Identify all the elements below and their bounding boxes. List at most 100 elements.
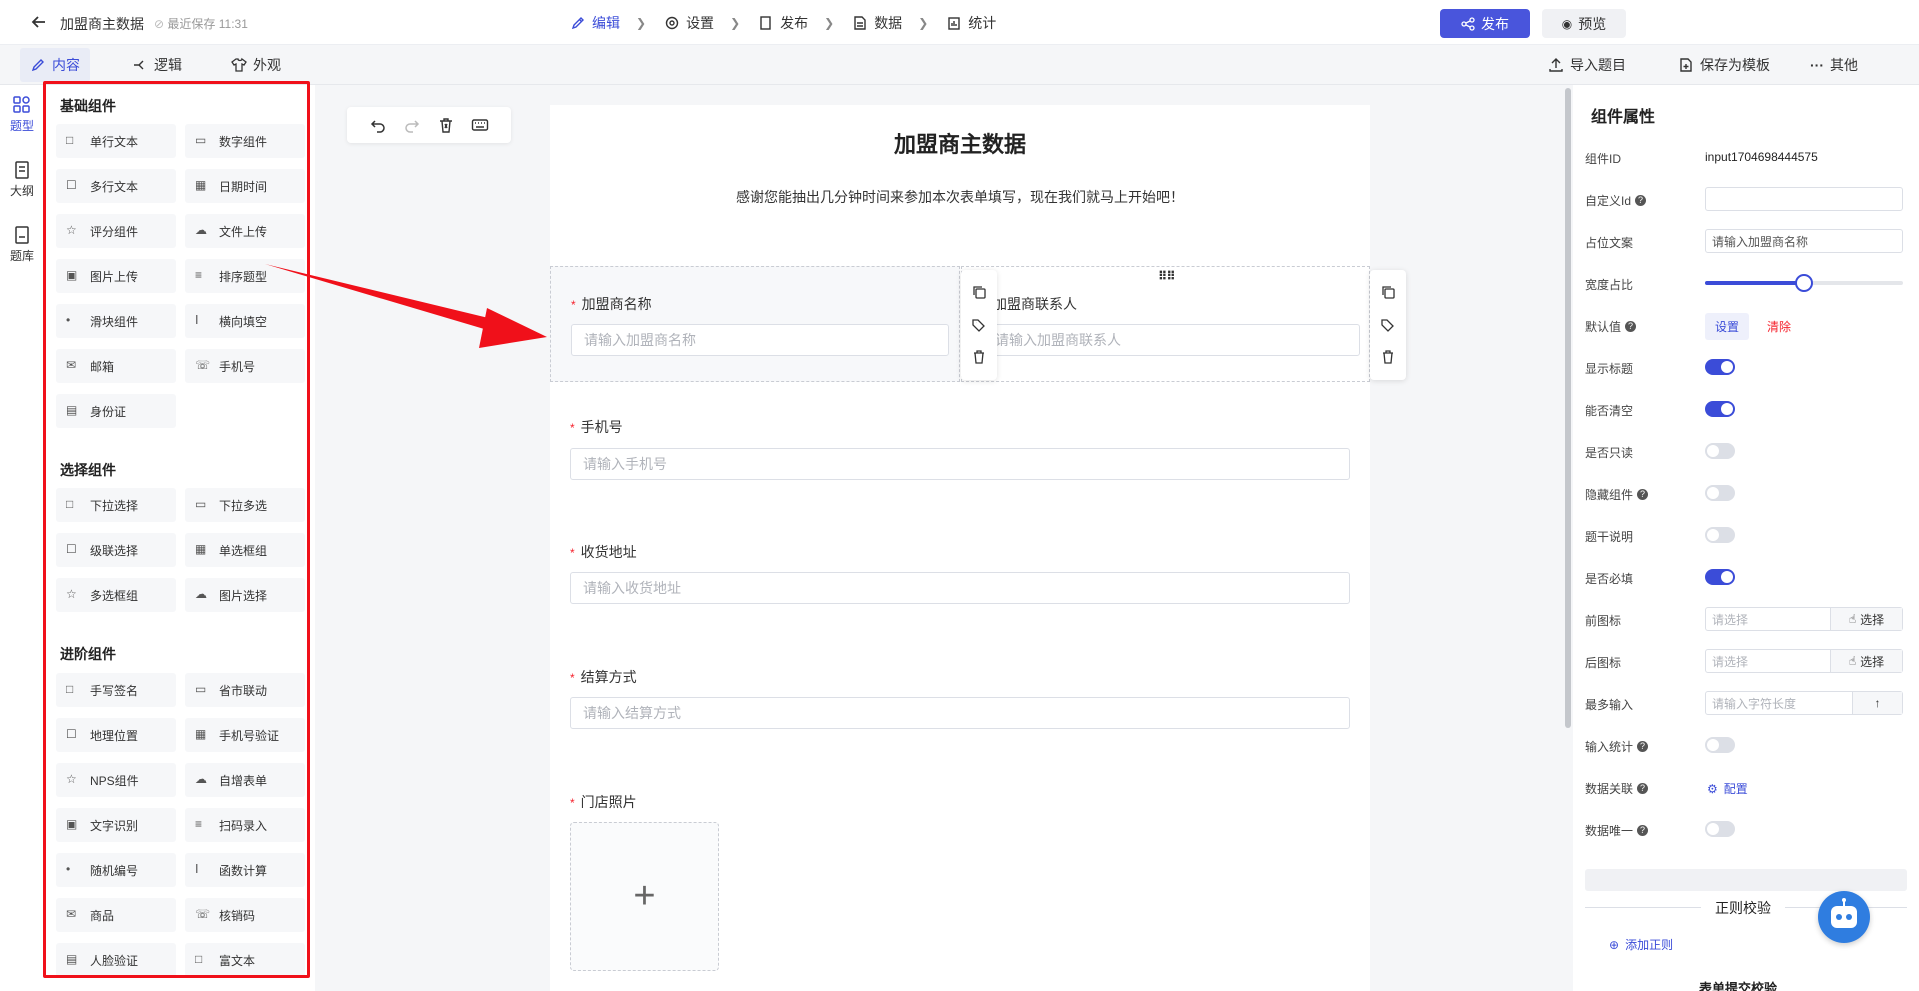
component-basic-11[interactable]: ☏ 手机号 bbox=[185, 349, 305, 383]
toggle-switch[interactable] bbox=[1705, 401, 1735, 417]
data-link-config-link[interactable]: ⚙ 配置 bbox=[1707, 780, 1748, 797]
tab-content[interactable]: 内容 bbox=[20, 48, 90, 82]
field-block-address[interactable]: * 收货地址 请输入收货地址 bbox=[550, 530, 1370, 630]
collapsed-section-bar[interactable] bbox=[1585, 869, 1907, 891]
slider-knob[interactable] bbox=[1795, 274, 1813, 292]
settlement-input[interactable]: 请输入结算方式 bbox=[570, 697, 1350, 729]
component-adv-2[interactable]: ☐ 地理位置 bbox=[56, 718, 176, 752]
component-adv-0[interactable]: □ 手写签名 bbox=[56, 673, 176, 707]
component-adv-6[interactable]: ▣ 文字识别 bbox=[56, 808, 176, 842]
back-arrow-icon[interactable] bbox=[30, 13, 48, 31]
prefix-icon-picker[interactable]: 请选择 ☝ 选择 bbox=[1705, 607, 1903, 631]
step-edit[interactable]: 编辑 ❯ bbox=[570, 13, 646, 33]
toggle-switch[interactable] bbox=[1705, 569, 1735, 585]
copy-icon[interactable] bbox=[1380, 284, 1396, 300]
component-adv-8[interactable]: • 随机编号 bbox=[56, 853, 176, 887]
tab-appearance[interactable]: 外观 bbox=[231, 45, 281, 85]
toggle-switch[interactable] bbox=[1705, 527, 1735, 543]
set-default-button[interactable]: 设置 bbox=[1705, 313, 1750, 340]
component-basic-0[interactable]: □ 单行文本 bbox=[56, 124, 176, 158]
component-basic-6[interactable]: ▣ 图片上传 bbox=[56, 259, 176, 293]
tag-icon[interactable] bbox=[1380, 317, 1396, 333]
publish-button[interactable]: 发布 bbox=[1440, 9, 1530, 38]
component-select-5[interactable]: ☁ 图片选择 bbox=[185, 578, 305, 612]
component-adv-5[interactable]: ☁ 自增表单 bbox=[185, 763, 305, 797]
form-title[interactable]: 加盟商主数据 bbox=[550, 127, 1370, 159]
component-basic-5[interactable]: ☁ 文件上传 bbox=[185, 214, 305, 248]
rail-item-outline[interactable]: 大纲 bbox=[0, 160, 44, 199]
help-icon[interactable]: ? bbox=[1637, 783, 1649, 794]
component-basic-12[interactable]: ▤ 身份证 bbox=[56, 394, 176, 428]
component-select-1[interactable]: ▭ 下拉多选 bbox=[185, 488, 305, 522]
component-basic-1[interactable]: ▭ 数字组件 bbox=[185, 124, 305, 158]
picker-select-button[interactable]: ☝ 选择 bbox=[1830, 650, 1902, 672]
tab-logic[interactable]: 逻辑 bbox=[132, 45, 182, 85]
add-regex-button[interactable]: ⊕ 添加正则 bbox=[1609, 936, 1673, 953]
component-basic-7[interactable]: ≡ 排序题型 bbox=[185, 259, 305, 293]
suffix-icon-picker[interactable]: 请选择 ☝ 选择 bbox=[1705, 649, 1903, 673]
component-adv-12[interactable]: ▤ 人脸验证 bbox=[56, 943, 176, 977]
component-adv-4[interactable]: ☆ NPS组件 bbox=[56, 763, 176, 797]
toggle-switch[interactable] bbox=[1705, 443, 1735, 459]
undo-icon[interactable] bbox=[369, 116, 387, 134]
toggle-switch[interactable] bbox=[1705, 359, 1735, 375]
help-icon[interactable]: ? bbox=[1637, 741, 1649, 752]
keyboard-icon[interactable] bbox=[471, 116, 489, 134]
step-settings[interactable]: 设置 ❯ bbox=[664, 13, 740, 33]
preview-button[interactable]: ◉ 预览 bbox=[1542, 9, 1626, 38]
component-basic-9[interactable]: Ⅰ 横向填空 bbox=[185, 304, 305, 338]
field-block-franchise-name[interactable]: * 加盟商名称 请输入加盟商名称 bbox=[550, 266, 960, 382]
clear-default-button[interactable]: 清除 bbox=[1759, 313, 1799, 340]
form-description[interactable]: 感谢您能抽出几分钟时间来参加本次表单填写，现在我们就马上开始吧！ bbox=[550, 187, 1370, 207]
component-basic-8[interactable]: • 滑块组件 bbox=[56, 304, 176, 338]
width-ratio-slider[interactable] bbox=[1705, 274, 1903, 292]
field-block-settlement[interactable]: * 结算方式 请输入结算方式 bbox=[550, 655, 1370, 755]
help-icon[interactable]: ? bbox=[1625, 321, 1637, 332]
component-adv-13[interactable]: □ 富文本 bbox=[185, 943, 305, 977]
picker-placeholder[interactable]: 请选择 bbox=[1706, 608, 1830, 630]
franchise-contact-input[interactable]: 请输入加盟商联系人 bbox=[982, 324, 1360, 356]
tag-icon[interactable] bbox=[971, 317, 987, 333]
save-template-button[interactable]: 保存为模板 bbox=[1678, 45, 1770, 85]
step-data[interactable]: 数据 ❯ bbox=[852, 13, 928, 33]
component-basic-4[interactable]: ☆ 评分组件 bbox=[56, 214, 176, 248]
drag-handle-icon[interactable]: ⠿⠿ bbox=[1158, 269, 1176, 283]
max-length-placeholder[interactable]: 请输入字符长度 bbox=[1706, 692, 1852, 714]
picker-select-button[interactable]: ☝ 选择 bbox=[1830, 608, 1902, 630]
component-select-4[interactable]: ☆ 多选框组 bbox=[56, 578, 176, 612]
toggle-switch[interactable] bbox=[1705, 737, 1735, 753]
rail-item-bank[interactable]: 题库 bbox=[0, 225, 44, 264]
assistant-robot-icon[interactable] bbox=[1818, 891, 1870, 943]
redo-icon[interactable] bbox=[403, 116, 421, 134]
field-block-store-photo[interactable]: * 门店照片 bbox=[550, 780, 1370, 810]
placeholder-input[interactable]: 请输入加盟商名称 bbox=[1705, 229, 1903, 253]
field-block-franchise-contact[interactable]: ⠿⠿ 加盟商联系人 请输入加盟商联系人 bbox=[961, 266, 1370, 382]
franchise-name-input[interactable]: 请输入加盟商名称 bbox=[571, 324, 949, 356]
component-basic-3[interactable]: ▦ 日期时间 bbox=[185, 169, 305, 203]
import-button[interactable]: 导入题目 bbox=[1548, 45, 1626, 85]
component-adv-7[interactable]: ≡ 扫码录入 bbox=[185, 808, 305, 842]
component-adv-1[interactable]: ▭ 省市联动 bbox=[185, 673, 305, 707]
toggle-switch[interactable] bbox=[1705, 485, 1735, 501]
toggle-switch[interactable] bbox=[1705, 821, 1735, 837]
component-adv-9[interactable]: Ⅰ 函数计算 bbox=[185, 853, 305, 887]
component-select-2[interactable]: ☐ 级联选择 bbox=[56, 533, 176, 567]
help-icon[interactable]: ? bbox=[1635, 195, 1647, 206]
canvas-scrollbar[interactable] bbox=[1565, 88, 1571, 728]
step-stats[interactable]: 统计 bbox=[946, 13, 996, 33]
trash-icon[interactable] bbox=[971, 349, 987, 365]
component-select-3[interactable]: ▦ 单选框组 bbox=[185, 533, 305, 567]
component-basic-2[interactable]: ☐ 多行文本 bbox=[56, 169, 176, 203]
more-button[interactable]: ··· 其他 bbox=[1810, 45, 1858, 85]
component-adv-10[interactable]: ✉ 商品 bbox=[56, 898, 176, 932]
stepper-up-icon[interactable]: ↑ bbox=[1852, 692, 1902, 714]
custom-id-input[interactable] bbox=[1705, 187, 1903, 211]
step-publish[interactable]: 发布 ❯ bbox=[758, 13, 834, 33]
photo-upload-box[interactable]: + bbox=[570, 822, 719, 971]
help-icon[interactable]: ? bbox=[1637, 489, 1649, 500]
component-basic-10[interactable]: ✉ 邮箱 bbox=[56, 349, 176, 383]
clear-trash-icon[interactable] bbox=[437, 116, 455, 134]
help-icon[interactable]: ? bbox=[1637, 825, 1649, 836]
trash-icon[interactable] bbox=[1380, 349, 1396, 365]
max-length-input[interactable]: 请输入字符长度 ↑ bbox=[1705, 691, 1903, 715]
